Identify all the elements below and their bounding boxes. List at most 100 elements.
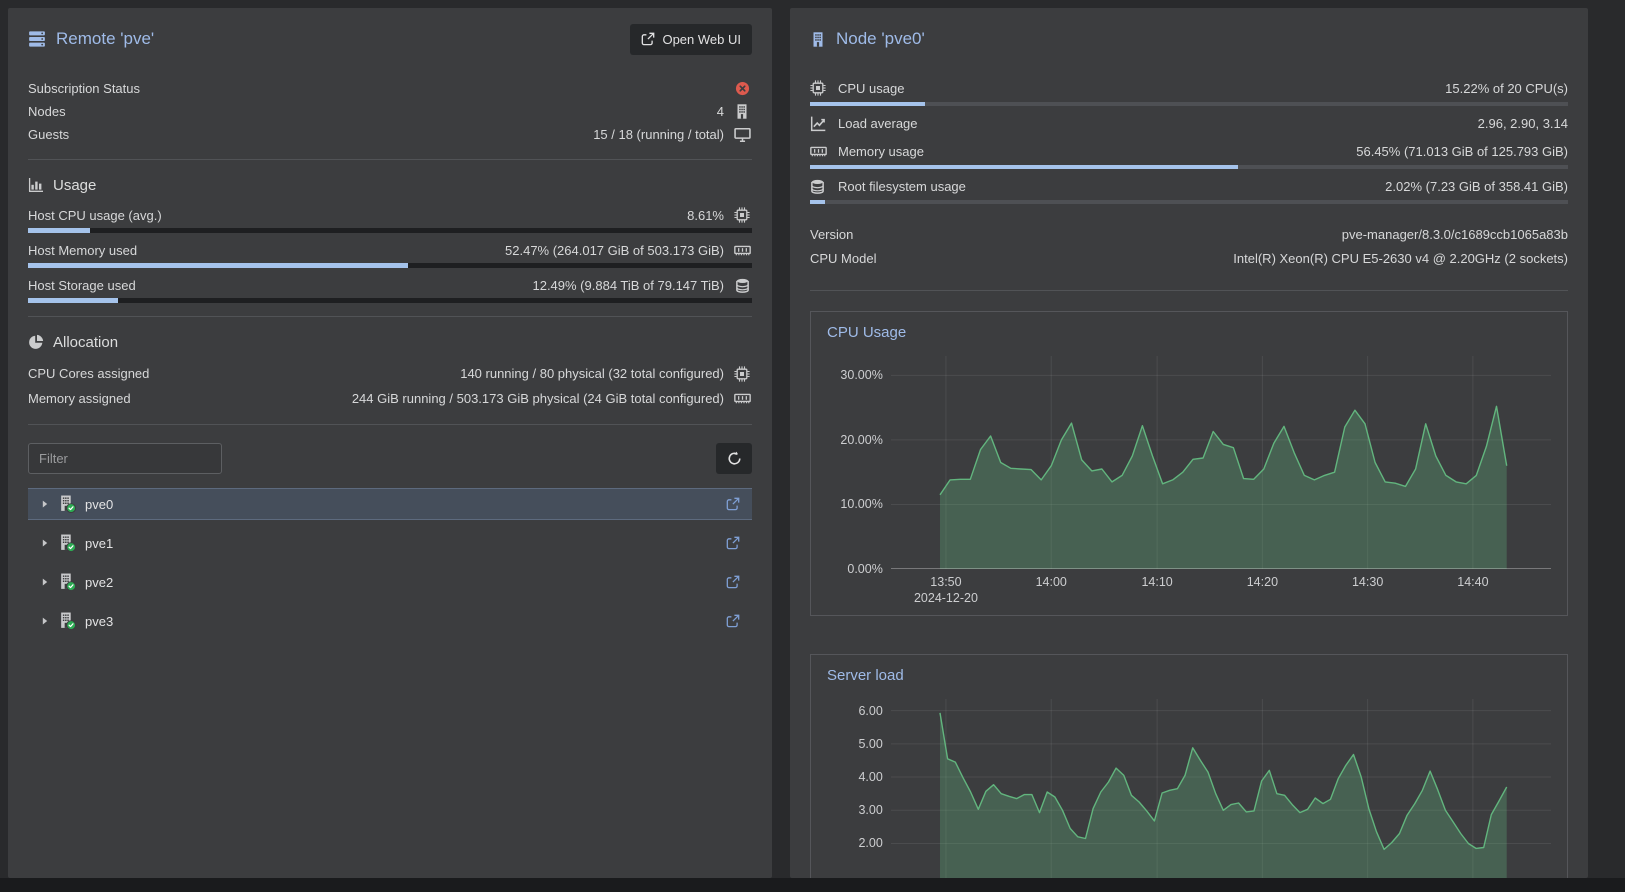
allocation-value: 140 running / 80 physical (32 total conf… xyxy=(460,366,724,381)
gauge-label: Load average xyxy=(838,116,918,131)
allocation-label: Memory assigned xyxy=(28,391,131,406)
node-name: pve2 xyxy=(85,575,113,590)
chart-plot: 30.00%20.00%10.00%0.00% xyxy=(827,356,1551,569)
bottom-strip xyxy=(0,878,1625,892)
stat-value: 4 xyxy=(717,104,724,119)
gauge-value: 15.22% of 20 CPU(s) xyxy=(1445,81,1568,96)
building-icon xyxy=(732,103,752,120)
gauge-value: 56.45% (71.013 GiB of 125.793 GiB) xyxy=(1356,144,1568,159)
usage-progress-fill xyxy=(28,298,118,303)
node-name: pve1 xyxy=(85,536,113,551)
allocation-label: CPU Cores assigned xyxy=(28,366,149,381)
node-name: pve0 xyxy=(85,497,113,512)
stat-label: Guests xyxy=(28,127,69,142)
remote-panel-title: Remote 'pve' xyxy=(56,29,154,49)
open-web-ui-label: Open Web UI xyxy=(662,32,741,47)
info-label: Version xyxy=(810,227,853,242)
usage-heading-label: Usage xyxy=(53,177,96,194)
node-info: Version pve-manager/8.3.0/c1689ccb1065a83… xyxy=(810,222,1568,270)
gauge-label-row: Load average 2.96, 2.90, 3.14 xyxy=(810,112,1568,134)
node-panel-header: Node 'pve0' xyxy=(810,8,1568,70)
info-value: pve-manager/8.3.0/c1689ccb1065a83b xyxy=(1342,227,1568,242)
memory-icon xyxy=(732,390,752,407)
gauge-progress-fill xyxy=(810,102,925,106)
caret-right-icon xyxy=(40,577,54,587)
remote-stat-row: Nodes4 xyxy=(28,100,752,123)
gauge-progress-bar xyxy=(810,165,1568,169)
remote-panel: Remote 'pve' Open Web UI Subscription St… xyxy=(8,8,772,878)
node-info-row: CPU ModelIntel(R) Xeon(R) CPU E5-2630 v4… xyxy=(810,246,1568,270)
y-tick-label: 6.00 xyxy=(858,704,882,718)
memory-icon xyxy=(732,242,752,259)
cpu-icon xyxy=(732,366,752,382)
usage-label: Host Memory used xyxy=(28,243,137,258)
error-circle-icon xyxy=(732,81,752,96)
open-web-ui-button[interactable]: Open Web UI xyxy=(630,24,752,55)
gauge-label: CPU usage xyxy=(838,81,904,96)
info-value: Intel(R) Xeon(R) CPU E5-2630 v4 @ 2.20GH… xyxy=(1233,251,1568,266)
y-tick-label: 20.00% xyxy=(840,433,882,447)
server-stack-icon xyxy=(28,30,46,48)
gauge-value: 2.02% (7.23 GiB of 358.41 GiB) xyxy=(1385,179,1568,194)
caret-right-icon xyxy=(40,538,54,548)
gauge-progress-bar xyxy=(810,200,1568,204)
chart-y-axis: 30.00%20.00%10.00%0.00% xyxy=(827,356,891,569)
usage-meter-block: Host Memory used 52.47% (264.017 GiB of 5… xyxy=(28,239,752,268)
gauge-label: Root filesystem usage xyxy=(838,179,966,194)
usage-rows: Host CPU usage (avg.)8.61% Host Memory us… xyxy=(28,204,752,303)
y-tick-label: 30.00% xyxy=(840,368,882,382)
separator xyxy=(28,316,752,317)
chart-title: CPU Usage xyxy=(827,324,1551,346)
node-row-pve0[interactable]: pve0 xyxy=(28,488,752,520)
usage-progress-fill xyxy=(28,228,90,233)
gauge-label-row: CPU usage 15.22% of 20 CPU(s) xyxy=(810,77,1568,99)
usage-meter-block: Host CPU usage (avg.)8.61% xyxy=(28,204,752,233)
node-online-icon xyxy=(58,612,76,630)
chart-x-axis: 13:502024-12-2014:0014:1014:2014:3014:40 xyxy=(827,569,1551,607)
server-load-chart: Server load6.005.004.003.002.00 xyxy=(810,654,1568,878)
remote-stat-row: Guests 15 / 18 (running / total) xyxy=(28,123,752,146)
node-list: pve0 pve1 pve2 pve3 xyxy=(28,488,752,637)
open-node-web-ui-icon[interactable] xyxy=(726,575,740,589)
usage-label-row: Host Storage used12.49% (9.884 TiB of 79… xyxy=(28,274,752,296)
y-tick-label: 10.00% xyxy=(840,497,882,511)
node-info-row: Version pve-manager/8.3.0/c1689ccb1065a83… xyxy=(810,222,1568,246)
cpu-icon xyxy=(810,80,830,96)
remote-stat-row: Subscription Status xyxy=(28,77,752,100)
open-node-web-ui-icon[interactable] xyxy=(726,614,740,628)
refresh-button[interactable] xyxy=(716,443,752,474)
usage-progress-bar xyxy=(28,263,752,268)
node-row-pve1[interactable]: pve1 xyxy=(28,527,752,559)
x-tick-label: 14:00 xyxy=(1036,575,1067,589)
y-tick-label: 2.00 xyxy=(858,836,882,850)
node-gauge: Load average 2.96, 2.90, 3.14 xyxy=(810,112,1568,134)
chart-canvas xyxy=(891,699,1551,878)
cpu-icon xyxy=(732,207,752,223)
node-gauge: CPU usage 15.22% of 20 CPU(s) xyxy=(810,77,1568,106)
cpu-usage-chart: CPU Usage30.00%20.00%10.00%0.00%13:50202… xyxy=(810,311,1568,616)
y-tick-label: 4.00 xyxy=(858,770,882,784)
filter-input[interactable] xyxy=(28,443,222,474)
node-row-pve2[interactable]: pve2 xyxy=(28,566,752,598)
allocation-rows: CPU Cores assigned 140 running / 80 physi… xyxy=(28,361,752,411)
node-gauge: Memory usage56.45% (71.013 GiB of 125.79… xyxy=(810,140,1568,169)
stat-value: 15 / 18 (running / total) xyxy=(593,127,724,142)
usage-value: 12.49% (9.884 TiB of 79.147 TiB) xyxy=(532,278,724,293)
usage-label-row: Host Memory used 52.47% (264.017 GiB of 5… xyxy=(28,239,752,261)
gauge-value: 2.96, 2.90, 3.14 xyxy=(1478,116,1568,131)
open-node-web-ui-icon[interactable] xyxy=(726,497,740,511)
allocation-value: 244 GiB running / 503.173 GiB physical (… xyxy=(352,391,724,406)
y-tick-label: 3.00 xyxy=(858,803,882,817)
storage-icon xyxy=(810,179,830,194)
x-tick-label: 14:20 xyxy=(1247,575,1278,589)
x-tick-label: 14:10 xyxy=(1141,575,1172,589)
remote-stats: Subscription StatusNodes4 Guests 15 / 18 (… xyxy=(28,77,752,146)
usage-value: 52.47% (264.017 GiB of 503.173 GiB) xyxy=(505,243,724,258)
gauge-progress-bar xyxy=(810,102,1568,106)
y-tick-label: 5.00 xyxy=(858,737,882,751)
node-gauge: Root filesystem usage 2.02% (7.23 GiB of … xyxy=(810,175,1568,204)
node-row-pve3[interactable]: pve3 xyxy=(28,605,752,637)
gauge-progress-fill xyxy=(810,165,1238,169)
usage-meter-block: Host Storage used12.49% (9.884 TiB of 79… xyxy=(28,274,752,303)
open-node-web-ui-icon[interactable] xyxy=(726,536,740,550)
